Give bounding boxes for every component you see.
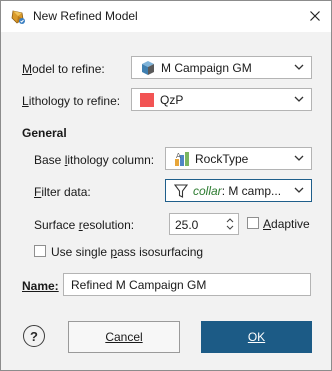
title-bar: New Refined Model [1, 1, 331, 32]
general-section-title: General [22, 126, 67, 140]
ok-button[interactable]: OK [201, 321, 312, 353]
adaptive-checkbox[interactable] [247, 217, 259, 229]
chevron-down-icon [294, 96, 304, 102]
close-button[interactable] [301, 3, 329, 29]
lithology-to-refine-label: Lithology to refine: [22, 94, 121, 108]
filter-data-select[interactable]: collar: M camp... [165, 179, 312, 202]
name-label: Name: [22, 279, 59, 293]
surface-resolution-spinbox[interactable]: 25.0 [169, 213, 239, 235]
adaptive-label: Adaptive [263, 217, 310, 231]
close-icon [310, 11, 320, 21]
name-input-value: Refined M Campaign GM [71, 277, 207, 292]
filter-data-label: Filter data: [34, 185, 91, 199]
svg-text:A: A [176, 152, 181, 160]
chevron-down-icon [294, 155, 304, 161]
lithology-color-swatch [140, 92, 154, 107]
single-pass-checkbox[interactable] [34, 245, 46, 257]
lithology-to-refine-value: QzP [160, 92, 184, 107]
ok-label: OK [247, 330, 266, 344]
filter-icon [174, 183, 188, 198]
refined-model-icon [11, 10, 25, 24]
cancel-label: Cancel [105, 330, 143, 344]
base-lithology-column-value: RockType [195, 151, 249, 166]
surface-resolution-value: 25.0 [175, 218, 199, 232]
single-pass-label: Use single pass isosurfacing [51, 245, 204, 259]
help-button[interactable]: ? [23, 325, 45, 347]
help-icon: ? [30, 328, 38, 344]
geological-model-icon [142, 60, 154, 75]
model-to-refine-select[interactable]: M Campaign GM [131, 56, 312, 79]
chevron-down-icon [294, 64, 304, 70]
base-lithology-column-select[interactable]: A RockType [165, 147, 312, 170]
lithology-to-refine-select[interactable]: QzP [131, 88, 312, 111]
cancel-button[interactable]: Cancel [68, 321, 180, 353]
filter-data-value: collar: M camp... [193, 183, 282, 198]
model-to-refine-label: Model to refine: [22, 62, 105, 76]
chevron-down-icon [294, 187, 304, 193]
window-title: New Refined Model [33, 9, 138, 23]
new-refined-model-dialog: New Refined Model Model to refine: M Cam… [0, 0, 332, 371]
base-lithology-column-label: Base lithology column: [34, 153, 155, 167]
model-to-refine-value: M Campaign GM [161, 60, 252, 75]
lithology-column-icon: A [175, 151, 189, 166]
spin-arrows-icon[interactable] [225, 216, 235, 232]
surface-resolution-label: Surface resolution: [34, 218, 135, 232]
name-input[interactable]: Refined M Campaign GM [63, 273, 311, 296]
